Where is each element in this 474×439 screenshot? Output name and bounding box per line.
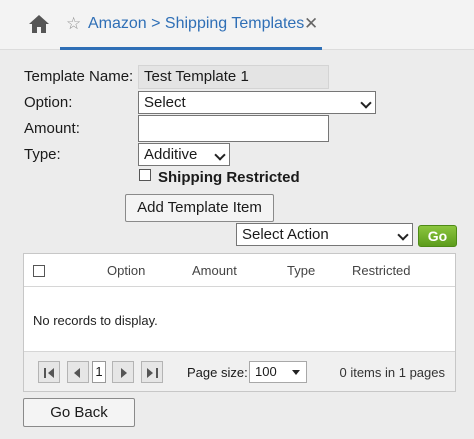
first-page-button[interactable] xyxy=(38,361,60,383)
action-select[interactable]: Select Action xyxy=(236,223,413,246)
prev-page-button[interactable] xyxy=(67,361,89,383)
template-name-value: Test Template 1 xyxy=(138,65,329,89)
current-page[interactable]: 1 xyxy=(92,361,106,383)
prev-page-icon xyxy=(74,368,80,378)
type-label: Type: xyxy=(24,146,61,163)
column-header-amount[interactable]: Amount xyxy=(192,263,237,278)
chevron-down-icon xyxy=(214,149,226,161)
last-page-icon xyxy=(156,368,158,378)
option-select-value: Select xyxy=(144,94,186,111)
amount-label: Amount: xyxy=(24,120,80,137)
shipping-restricted-checkbox[interactable] xyxy=(139,169,151,181)
template-name-label: Template Name: xyxy=(24,68,134,85)
grid-header: Option Amount Type Restricted xyxy=(24,254,455,287)
last-page-arrow xyxy=(147,368,153,378)
next-page-icon xyxy=(121,368,127,378)
type-select-value: Additive xyxy=(144,146,198,163)
close-icon[interactable]: ✕ xyxy=(304,14,318,34)
option-select[interactable]: Select xyxy=(138,91,376,114)
star-icon[interactable]: ☆ xyxy=(66,14,81,34)
page-size-value: 100 xyxy=(255,364,277,379)
tab-bar: ☆ Amazon > Shipping Templates ✕ xyxy=(0,0,474,50)
tab-shipping-templates[interactable]: ☆ Amazon > Shipping Templates ✕ xyxy=(60,0,322,50)
next-page-button[interactable] xyxy=(112,361,134,383)
home-icon[interactable] xyxy=(27,13,51,35)
dropdown-arrow-icon xyxy=(292,370,300,375)
action-select-value: Select Action xyxy=(242,226,329,243)
grid-pager: 1 Page size: 100 0 items in 1 pages xyxy=(24,351,455,391)
option-label: Option: xyxy=(24,94,73,111)
page-size-label: Page size: xyxy=(187,365,248,380)
last-page-button[interactable] xyxy=(141,361,163,383)
chevron-down-icon xyxy=(397,229,409,241)
go-back-button[interactable]: Go Back xyxy=(23,398,135,427)
empty-message: No records to display. xyxy=(33,313,158,328)
chevron-down-icon xyxy=(360,97,372,109)
tab-label: Amazon > Shipping Templates xyxy=(88,15,305,32)
pager-info: 0 items in 1 pages xyxy=(339,365,445,380)
select-all-checkbox[interactable] xyxy=(33,265,45,277)
template-items-grid: Option Amount Type Restricted No records… xyxy=(23,253,456,392)
column-header-type[interactable]: Type xyxy=(287,263,315,278)
column-header-restricted[interactable]: Restricted xyxy=(352,263,411,278)
shipping-restricted-label: Shipping Restricted xyxy=(158,169,300,186)
add-template-item-button[interactable]: Add Template Item xyxy=(125,194,274,222)
first-page-icon xyxy=(44,368,46,378)
first-page-arrow xyxy=(48,368,54,378)
go-button[interactable]: Go xyxy=(418,225,457,247)
amount-input[interactable] xyxy=(138,115,329,142)
type-select[interactable]: Additive xyxy=(138,143,230,166)
page-size-select[interactable]: 100 xyxy=(249,361,307,383)
column-header-option[interactable]: Option xyxy=(107,263,145,278)
